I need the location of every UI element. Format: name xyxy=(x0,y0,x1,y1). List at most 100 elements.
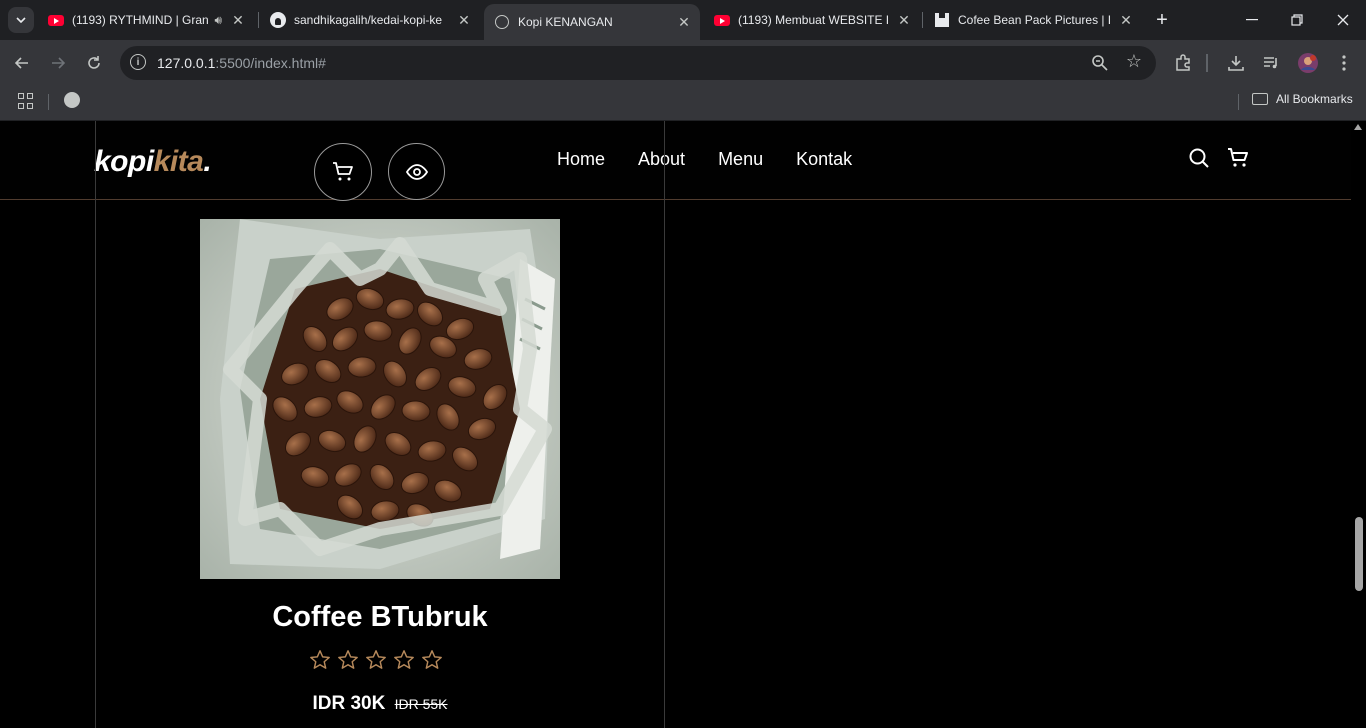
apps-grid-icon[interactable] xyxy=(18,93,34,109)
nav-menu[interactable]: Menu xyxy=(718,149,763,170)
page-scrollbar[interactable] xyxy=(1351,121,1366,728)
search-icon[interactable] xyxy=(1188,147,1210,169)
view-details-button[interactable] xyxy=(388,143,445,200)
close-icon xyxy=(1337,14,1349,26)
logo-dot: . xyxy=(203,145,212,178)
tab-title: (1193) RYTHMIND | Gran xyxy=(72,13,209,27)
shopping-cart-icon xyxy=(333,162,353,181)
unsplash-icon xyxy=(934,12,950,28)
back-button[interactable] xyxy=(9,50,35,76)
product-title: Coffee BTubruk xyxy=(272,601,488,633)
add-to-cart-button[interactable] xyxy=(314,143,372,201)
profile-avatar[interactable] xyxy=(1295,50,1321,76)
tab-youtube-rythmind[interactable]: (1193) RYTHMIND | Gran 🔊︎ ✕ xyxy=(38,6,254,34)
close-window-button[interactable] xyxy=(1331,8,1355,32)
web-page: kopikita. Home About Menu Kontak Coffee … xyxy=(0,121,1366,728)
current-price: IDR 30K xyxy=(312,693,386,714)
product-image xyxy=(200,219,560,579)
menu-button[interactable] xyxy=(1331,50,1357,76)
extensions-button[interactable] xyxy=(1170,50,1196,76)
restore-icon xyxy=(1291,14,1303,26)
avatar-icon xyxy=(1298,53,1318,73)
address-bar[interactable]: i 127.0.0.1:5500/index.html# ☆ xyxy=(120,46,1156,80)
url-path: :5500/index.html# xyxy=(215,55,326,71)
nav-about[interactable]: About xyxy=(638,149,685,170)
youtube-icon xyxy=(714,12,730,28)
reload-button[interactable] xyxy=(81,50,107,76)
download-icon xyxy=(1228,56,1244,71)
tab-strip: (1193) RYTHMIND | Gran 🔊︎ ✕ sandhikagali… xyxy=(0,0,1366,40)
chevron-down-icon xyxy=(16,17,26,23)
scrollbar-thumb[interactable] xyxy=(1355,517,1363,591)
downloads-button[interactable] xyxy=(1223,50,1249,76)
site-logo[interactable]: kopikita. xyxy=(94,145,212,179)
close-tab-icon[interactable]: ✕ xyxy=(676,14,692,30)
youtube-icon xyxy=(48,12,64,28)
zoom-icon[interactable] xyxy=(1090,53,1110,73)
minimize-button[interactable] xyxy=(1240,8,1264,32)
star-icon[interactable] xyxy=(365,649,387,671)
star-icon[interactable] xyxy=(309,649,331,671)
minimize-icon xyxy=(1246,19,1258,21)
tab-title: sandhikagalih/kedai-kopi-ke xyxy=(294,13,443,27)
tab-unsplash[interactable]: Cofee Bean Pack Pictures | D ✕ xyxy=(924,6,1142,34)
product-price: IDR 30K IDR 55K xyxy=(96,693,664,715)
new-tab-button[interactable]: + xyxy=(1150,8,1174,32)
logo-accent-text: kita xyxy=(153,145,204,178)
puzzle-icon xyxy=(1176,54,1190,71)
globe-icon[interactable] xyxy=(64,92,80,108)
coffee-bean-bag-image xyxy=(200,219,560,579)
star-icon[interactable] xyxy=(421,649,443,671)
tab-title: (1193) Membuat WEBSITE K xyxy=(738,13,888,27)
nav-links: Home About Menu Kontak xyxy=(557,149,885,170)
tab-search-button[interactable] xyxy=(8,7,34,33)
close-tab-icon[interactable]: ✕ xyxy=(896,12,912,28)
shopping-cart-icon[interactable] xyxy=(1227,147,1249,169)
playlist-music-icon xyxy=(1264,57,1277,69)
bookmark-star-icon[interactable]: ☆ xyxy=(1126,51,1142,72)
browser-chrome: (1193) RYTHMIND | Gran 🔊︎ ✕ sandhikagali… xyxy=(0,0,1366,121)
tab-divider xyxy=(258,12,259,28)
tab-divider xyxy=(922,12,923,28)
restore-button[interactable] xyxy=(1285,8,1309,32)
close-tab-icon[interactable]: ✕ xyxy=(230,12,246,28)
site-info-icon[interactable]: i xyxy=(130,54,146,70)
star-icon[interactable] xyxy=(337,649,359,671)
reload-icon xyxy=(88,56,100,69)
scroll-up-arrow-icon[interactable] xyxy=(1354,124,1362,130)
close-tab-icon[interactable]: ✕ xyxy=(456,12,472,28)
media-controls-button[interactable] xyxy=(1258,50,1284,76)
plus-icon: + xyxy=(1156,8,1168,31)
close-tab-icon[interactable]: ✕ xyxy=(1118,12,1134,28)
site-navbar: kopikita. Home About Menu Kontak xyxy=(0,121,1351,200)
bookmarks-divider xyxy=(48,94,49,110)
globe-icon xyxy=(494,14,510,30)
original-price: IDR 55K xyxy=(394,696,448,712)
tab-kopi-kenangan[interactable]: Kopi KENANGAN ✕ xyxy=(484,4,700,40)
url-host: 127.0.0.1 xyxy=(157,55,216,71)
arrow-right-icon xyxy=(52,57,66,69)
nav-kontak[interactable]: Kontak xyxy=(796,149,852,170)
browser-toolbar: i 127.0.0.1:5500/index.html# ☆ xyxy=(0,40,1366,85)
eye-icon xyxy=(405,163,428,180)
star-rating xyxy=(309,649,449,671)
forward-button[interactable] xyxy=(45,50,71,76)
tab-youtube-website[interactable]: (1193) Membuat WEBSITE K ✕ xyxy=(704,6,920,34)
audio-playing-icon[interactable]: 🔊︎ xyxy=(214,13,222,28)
all-bookmarks-button[interactable]: All Bookmarks xyxy=(1252,92,1353,106)
toolbar-divider xyxy=(1206,54,1208,72)
card-border-right xyxy=(664,121,665,728)
nav-home[interactable]: Home xyxy=(557,149,605,170)
card-border-left xyxy=(95,121,96,728)
arrow-left-icon xyxy=(14,57,28,69)
bookmarks-bar: All Bookmarks xyxy=(0,85,1366,121)
tab-title: Kopi KENANGAN xyxy=(518,15,613,29)
url-text[interactable]: 127.0.0.1:5500/index.html# xyxy=(157,55,326,71)
github-icon xyxy=(270,12,286,28)
kebab-menu-icon xyxy=(1342,55,1346,71)
folder-icon xyxy=(1252,93,1268,105)
all-bookmarks-label: All Bookmarks xyxy=(1276,92,1353,106)
bookmarks-divider xyxy=(1238,94,1239,110)
star-icon[interactable] xyxy=(393,649,415,671)
tab-github[interactable]: sandhikagalih/kedai-kopi-ke ✕ xyxy=(260,6,480,34)
